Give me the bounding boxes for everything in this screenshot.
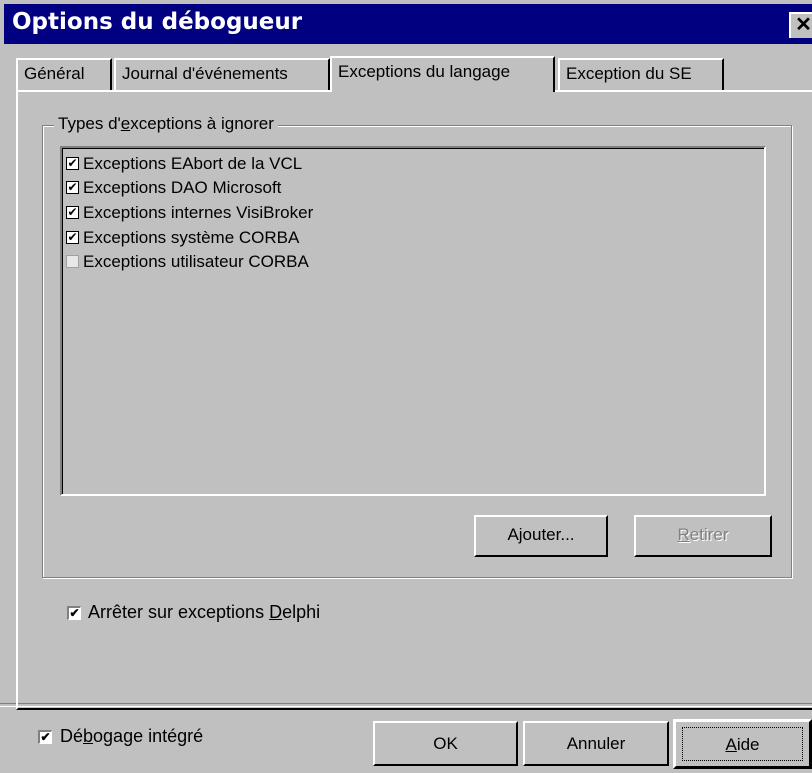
integrated-debugging-label[interactable]: Débogage intégré	[60, 726, 203, 747]
tab-general-label: Général	[24, 64, 85, 83]
add-button[interactable]: Ajouter...	[474, 515, 608, 557]
remove-button[interactable]: Retirer	[634, 515, 772, 557]
tab-general[interactable]: Général	[16, 58, 112, 90]
check-icon: ✔	[69, 606, 80, 620]
exception-item-eabort[interactable]: ✔ Exceptions EAbort de la VCL	[66, 153, 302, 175]
close-button[interactable]: ✕	[789, 12, 812, 38]
help-button[interactable]: Aide	[673, 719, 812, 769]
exception-item-corba-system[interactable]: ✔ Exceptions système CORBA	[66, 227, 299, 249]
stop-on-delphi-label[interactable]: Arrêter sur exceptions Delphi	[88, 602, 320, 623]
exception-checkbox[interactable]	[66, 255, 79, 268]
exception-checkbox[interactable]: ✔	[66, 181, 79, 194]
tab-language-exceptions-label: Exceptions du langage	[338, 62, 511, 81]
tab-event-log[interactable]: Journal d'événements	[114, 58, 330, 90]
exception-checkbox[interactable]: ✔	[66, 206, 79, 219]
close-icon: ✕	[795, 14, 812, 36]
check-icon: ✔	[40, 730, 51, 744]
cancel-button[interactable]: Annuler	[523, 721, 669, 766]
ignored-exceptions-group-label: Types d'exceptions à ignorer	[54, 114, 278, 134]
tab-os-exception[interactable]: Exception du SE	[558, 58, 724, 90]
window-title: Options du débogueur	[12, 9, 303, 35]
exception-checkbox[interactable]: ✔	[66, 157, 79, 170]
stop-on-delphi-checkbox[interactable]: ✔	[67, 606, 81, 620]
exception-checkbox[interactable]: ✔	[66, 231, 79, 244]
title-bar[interactable]: Options du débogueur ✕	[4, 4, 812, 44]
exception-item-corba-user[interactable]: Exceptions utilisateur CORBA	[66, 251, 309, 273]
tab-language-exceptions[interactable]: Exceptions du langage	[330, 56, 555, 92]
ok-button[interactable]: OK	[373, 721, 518, 766]
exception-item-visibroker[interactable]: ✔ Exceptions internes VisiBroker	[66, 202, 313, 224]
focus-ring	[682, 727, 803, 761]
exceptions-list-inner: ✔ Exceptions EAbort de la VCL ✔ Exceptions…	[62, 148, 764, 494]
debugger-options-dialog: Options du débogueur ✕ Général Journal d…	[0, 0, 812, 773]
tab-event-log-label: Journal d'événements	[122, 64, 288, 83]
exception-item-dao[interactable]: ✔ Exceptions DAO Microsoft	[66, 177, 281, 199]
tab-os-exception-label: Exception du SE	[566, 64, 692, 83]
integrated-debugging-checkbox[interactable]: ✔	[38, 730, 52, 744]
exceptions-list[interactable]: ✔ Exceptions EAbort de la VCL ✔ Exceptions…	[60, 146, 766, 496]
